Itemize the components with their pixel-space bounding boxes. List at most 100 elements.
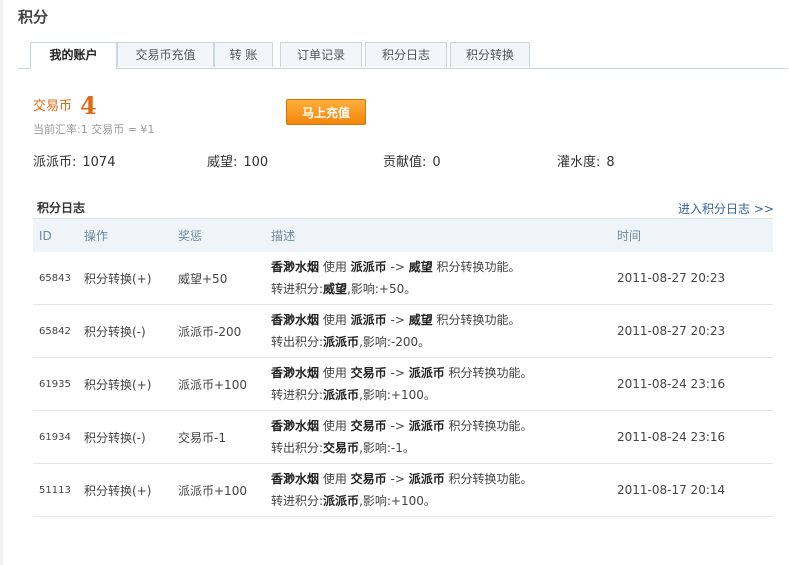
row-id: 51113 bbox=[33, 463, 78, 517]
desc-to: 派派币 bbox=[408, 472, 445, 486]
stat-value: 0 bbox=[432, 155, 441, 170]
desc-text: 转进积分: bbox=[271, 494, 324, 508]
desc-from: 派派币 bbox=[350, 260, 387, 274]
desc-text: 使用 bbox=[319, 260, 351, 274]
table-row: 61934 积分转换(-) 交易币-1 香渺水烟 使用 交易币 -> 派派币 积… bbox=[33, 410, 773, 464]
stat-label: 派派币: bbox=[33, 155, 77, 170]
tab-my-account[interactable]: 我的账户 bbox=[30, 42, 117, 69]
left-edge-divider bbox=[0, 0, 3, 565]
row-description: 香渺水烟 使用 交易币 -> 派派币 积分转换功能。 转出积分:交易币,影响:-… bbox=[265, 410, 611, 464]
row-id: 65843 bbox=[33, 252, 78, 305]
tab-transfer[interactable]: 转 账 bbox=[214, 42, 273, 67]
desc-text: ,影响:+100。 bbox=[359, 494, 436, 508]
desc-to: 派派币 bbox=[408, 419, 445, 433]
stat-paipai-coin: 派派币: 1074 bbox=[33, 151, 115, 170]
page: 积分 我的账户 交易币充值 转 账 订单记录 积分日志 积分转换 交易币 4 当前… bbox=[0, 0, 789, 565]
row-id: 61935 bbox=[33, 357, 78, 411]
row-reward: 交易币-1 bbox=[172, 410, 265, 464]
desc-user: 香渺水烟 bbox=[271, 472, 320, 486]
row-id: 65842 bbox=[33, 304, 78, 358]
tab-points-convert[interactable]: 积分转换 bbox=[450, 42, 530, 67]
desc-user: 香渺水烟 bbox=[271, 419, 320, 433]
desc-to: 派派币 bbox=[408, 366, 445, 380]
table-row: 61935 积分转换(+) 派派币+100 香渺水烟 使用 交易币 -> 派派币… bbox=[33, 357, 773, 411]
row-description: 香渺水烟 使用 派派币 -> 威望 积分转换功能。 转进积分:威望,影响:+50… bbox=[265, 252, 611, 305]
desc-from: 交易币 bbox=[350, 366, 387, 380]
tab-orders[interactable]: 订单记录 bbox=[280, 42, 362, 67]
row-id: 61934 bbox=[33, 410, 78, 464]
desc-user: 香渺水烟 bbox=[271, 366, 320, 380]
desc-currency: 派派币 bbox=[323, 335, 360, 349]
desc-text: -> bbox=[386, 366, 409, 380]
desc-text: 转出积分: bbox=[271, 441, 324, 455]
desc-currency: 交易币 bbox=[323, 441, 360, 455]
row-operation: 积分转换(-) bbox=[78, 410, 172, 464]
desc-user: 香渺水烟 bbox=[271, 260, 320, 274]
desc-text: -> bbox=[386, 260, 409, 274]
log-section-title: 积分日志 bbox=[37, 201, 86, 215]
desc-user: 香渺水烟 bbox=[271, 313, 320, 327]
desc-currency: 派派币 bbox=[323, 494, 360, 508]
row-description: 香渺水烟 使用 交易币 -> 派派币 积分转换功能。 转进积分:派派币,影响:+… bbox=[265, 463, 611, 517]
desc-text: 积分转换功能。 bbox=[432, 260, 521, 274]
desc-text: 转出积分: bbox=[271, 335, 324, 349]
row-operation: 积分转换(+) bbox=[78, 357, 172, 411]
row-reward: 派派币-200 bbox=[172, 304, 265, 358]
desc-text: 使用 bbox=[319, 366, 351, 380]
desc-text: 使用 bbox=[319, 313, 351, 327]
row-time: 2011-08-24 23:16 bbox=[611, 410, 773, 464]
desc-text: 转进积分: bbox=[271, 388, 324, 402]
stat-value: 100 bbox=[243, 155, 269, 170]
stat-value: 1074 bbox=[82, 155, 116, 170]
desc-text: 积分转换功能。 bbox=[444, 419, 533, 433]
desc-currency: 威望 bbox=[323, 282, 348, 296]
desc-from: 交易币 bbox=[350, 472, 387, 486]
desc-text: -> bbox=[386, 419, 409, 433]
table-row: 65843 积分转换(+) 威望+50 香渺水烟 使用 派派币 -> 威望 积分… bbox=[33, 252, 773, 305]
row-reward: 派派币+100 bbox=[172, 357, 265, 411]
stat-label: 灌水度: bbox=[557, 155, 601, 170]
stat-label: 威望: bbox=[207, 155, 238, 170]
tab-recharge[interactable]: 交易币充值 bbox=[117, 42, 214, 67]
tab-bar: 我的账户 交易币充值 转 账 订单记录 积分日志 积分转换 bbox=[18, 42, 788, 69]
row-description: 香渺水烟 使用 交易币 -> 派派币 积分转换功能。 转进积分:派派币,影响:+… bbox=[265, 357, 611, 411]
row-reward: 威望+50 bbox=[172, 252, 265, 305]
points-log-table: ID 操作 奖惩 描述 时间 65843 积分转换(+) 威望+50 香渺水烟 … bbox=[33, 218, 773, 517]
row-time: 2011-08-27 20:23 bbox=[611, 252, 773, 305]
desc-text: ,影响:+100。 bbox=[359, 388, 436, 402]
desc-text: ,影响:-1。 bbox=[359, 441, 415, 455]
recharge-button[interactable]: 马上充值 bbox=[286, 99, 366, 125]
table-row: 65842 积分转换(-) 派派币-200 香渺水烟 使用 派派币 -> 威望 … bbox=[33, 304, 773, 358]
row-description: 香渺水烟 使用 派派币 -> 威望 积分转换功能。 转出积分:派派币,影响:-2… bbox=[265, 304, 611, 358]
desc-to: 威望 bbox=[408, 260, 433, 274]
desc-text: -> bbox=[386, 472, 409, 486]
desc-text: 使用 bbox=[319, 419, 351, 433]
desc-text: 积分转换功能。 bbox=[432, 313, 521, 327]
row-operation: 积分转换(+) bbox=[78, 252, 172, 305]
table-header-row: ID 操作 奖惩 描述 时间 bbox=[33, 218, 773, 252]
currency-value: 4 bbox=[80, 91, 97, 120]
desc-text: 使用 bbox=[319, 472, 351, 486]
row-reward: 派派币+100 bbox=[172, 463, 265, 517]
desc-currency: 派派币 bbox=[323, 388, 360, 402]
desc-to: 威望 bbox=[408, 313, 433, 327]
stat-value: 8 bbox=[606, 155, 615, 170]
points-log-link[interactable]: 进入积分日志 >> bbox=[678, 200, 774, 217]
row-time: 2011-08-27 20:23 bbox=[611, 304, 773, 358]
tab-points-log[interactable]: 积分日志 bbox=[365, 42, 447, 67]
column-header-reward: 奖惩 bbox=[172, 218, 265, 252]
row-operation: 积分转换(-) bbox=[78, 304, 172, 358]
desc-text: 积分转换功能。 bbox=[444, 366, 533, 380]
column-header-id: ID bbox=[33, 218, 78, 252]
stat-contribution: 贡献值: 0 bbox=[383, 151, 441, 170]
desc-text: ,影响:+50。 bbox=[347, 282, 417, 296]
page-title: 积分 bbox=[18, 8, 49, 26]
column-header-operation: 操作 bbox=[78, 218, 172, 252]
column-header-time: 时间 bbox=[611, 218, 773, 252]
desc-from: 交易币 bbox=[350, 419, 387, 433]
row-time: 2011-08-17 20:14 bbox=[611, 463, 773, 517]
exchange-rate: 当前汇率:1 交易币 = ¥1 bbox=[33, 123, 155, 136]
row-operation: 积分转换(+) bbox=[78, 463, 172, 517]
table-row: 51113 积分转换(+) 派派币+100 香渺水烟 使用 交易币 -> 派派币… bbox=[33, 463, 773, 517]
desc-text: ,影响:-200。 bbox=[359, 335, 431, 349]
